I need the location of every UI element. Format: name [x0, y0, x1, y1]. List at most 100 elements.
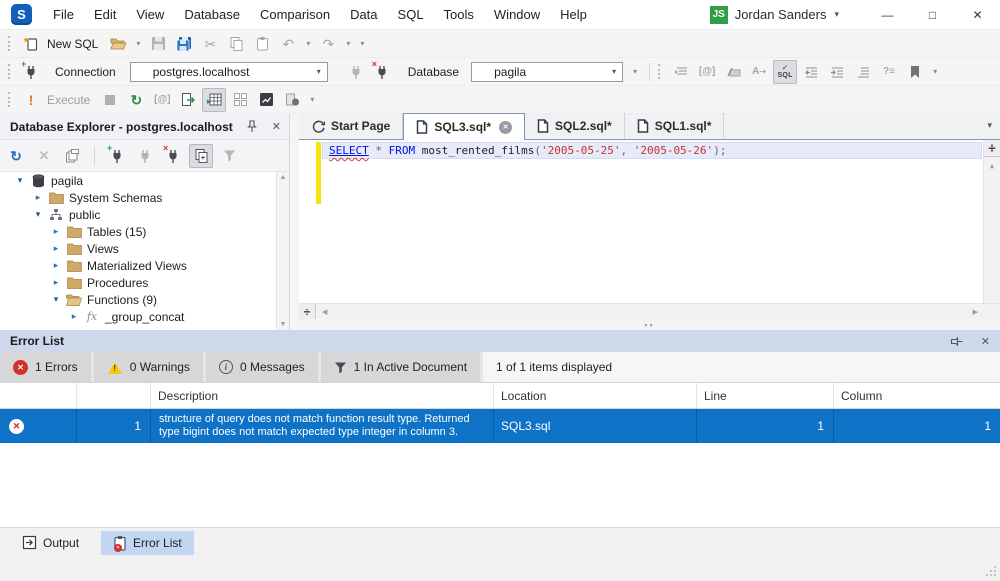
menu-view[interactable]: View	[126, 0, 174, 29]
pin-icon[interactable]	[246, 120, 258, 133]
sort-icon[interactable]: A⇢	[747, 60, 771, 84]
chevron-down-icon[interactable]: ▾	[32, 209, 44, 220]
toolbar-grip[interactable]	[8, 92, 10, 107]
chevron-right-icon[interactable]: ▸	[68, 311, 80, 322]
comment-icon[interactable]: ?≡	[877, 60, 901, 84]
scroll-right-icon[interactable]: ▶	[973, 308, 978, 316]
tab-sql1[interactable]: SQL1.sql*	[625, 113, 725, 139]
error-row-selected[interactable]: ✕ 1 structure of query does not match fu…	[0, 409, 1000, 443]
tab-start-page[interactable]: Start Page	[300, 113, 403, 139]
paste-icon[interactable]	[250, 32, 274, 56]
menu-sql[interactable]: SQL	[388, 0, 434, 29]
tree-item-materialized-views[interactable]: ▸ Materialized Views	[0, 257, 289, 274]
scroll-up-icon[interactable]: ▲	[280, 174, 287, 181]
panel-splitter-handle[interactable]: ▪▪	[299, 319, 1000, 330]
menu-help[interactable]: Help	[550, 0, 597, 29]
options-icon[interactable]	[280, 88, 304, 112]
chevron-down-icon[interactable]: ▾	[14, 175, 26, 186]
toolbar-grip[interactable]	[658, 64, 660, 79]
user-name[interactable]: Jordan Sanders	[735, 7, 827, 22]
tree-item-tables[interactable]: ▸ Tables (15)	[0, 223, 289, 240]
chevron-right-icon[interactable]: ▸	[32, 192, 44, 203]
toolbar-overflow-caret-icon[interactable]: ▾	[929, 67, 941, 76]
filter-active-document-button[interactable]: 1 In Active Document	[321, 352, 483, 382]
toolbar-grip[interactable]	[8, 36, 10, 51]
new-connection-icon[interactable]: +	[105, 144, 129, 168]
chevron-down-icon[interactable]: ▾	[50, 294, 62, 305]
sql-syntax-check-icon[interactable]: ✓SQL	[773, 60, 797, 84]
new-query-doc-icon[interactable]	[176, 88, 200, 112]
tab-close-icon[interactable]: ✕	[499, 121, 512, 134]
close-icon[interactable]: ✕	[272, 120, 281, 133]
pin-icon[interactable]	[950, 335, 963, 347]
minimize-button[interactable]: —	[865, 0, 910, 30]
tree-scrollbar[interactable]: ▲ ▼	[276, 172, 289, 330]
close-window-button[interactable]: ✕	[955, 0, 1000, 30]
copy-icon[interactable]	[224, 32, 248, 56]
execute-label[interactable]: Execute	[45, 93, 96, 107]
menu-window[interactable]: Window	[484, 0, 550, 29]
toolbar-grip[interactable]	[8, 64, 10, 79]
table-data-icon[interactable]	[202, 88, 226, 112]
close-icon[interactable]: ✕	[981, 335, 990, 348]
disconnect-icon[interactable]: ×	[161, 144, 185, 168]
chart-icon[interactable]	[254, 88, 278, 112]
maximize-button[interactable]: □	[910, 0, 955, 30]
user-menu-caret-icon[interactable]: ▾	[834, 9, 839, 20]
new-sql-icon[interactable]	[19, 32, 43, 56]
tree-item-procedures[interactable]: ▸ Procedures	[0, 274, 289, 291]
tree-item-public[interactable]: ▾ public	[0, 206, 289, 223]
mail-gray-icon[interactable]: [@]	[150, 88, 174, 112]
editor-split-handle-icon[interactable]: ÷	[984, 140, 1000, 157]
open-file-caret-icon[interactable]: ▾	[132, 39, 144, 48]
bookmark-icon[interactable]	[903, 60, 927, 84]
menu-file[interactable]: File	[43, 0, 84, 29]
filter-messages-button[interactable]: i 0 Messages	[206, 352, 321, 382]
tab-sql2[interactable]: SQL2.sql*	[525, 113, 625, 139]
format-icon[interactable]	[851, 60, 875, 84]
menu-edit[interactable]: Edit	[84, 0, 126, 29]
tab-sql3[interactable]: SQL3.sql* ✕	[403, 113, 525, 140]
resize-grip-icon[interactable]	[994, 566, 996, 568]
stop-icon[interactable]	[98, 88, 122, 112]
chevron-right-icon[interactable]: ▸	[50, 226, 62, 237]
chevron-right-icon[interactable]: ▸	[50, 260, 62, 271]
horizontal-scrollbar[interactable]: ÷ ◀ ▶	[299, 303, 1000, 319]
redo-icon[interactable]: ↷	[316, 32, 340, 56]
chevron-down-icon[interactable]: ▾	[317, 67, 327, 76]
cut-icon[interactable]: ✂	[198, 32, 222, 56]
outdent-icon[interactable]	[799, 60, 823, 84]
undo-icon[interactable]: ↶	[276, 32, 300, 56]
filter-icon[interactable]	[217, 144, 241, 168]
chevron-down-icon[interactable]: ▾	[612, 67, 622, 76]
column-severity[interactable]	[0, 383, 77, 408]
redo-caret-icon[interactable]: ▾	[342, 39, 354, 48]
close-gray-icon[interactable]: ✕	[32, 144, 56, 168]
menu-comparison[interactable]: Comparison	[250, 0, 340, 29]
tab-list-caret-icon[interactable]: ▾	[987, 120, 992, 131]
tree-item-pagila[interactable]: ▾ pagila	[0, 172, 289, 189]
dock-tab-output[interactable]: Output	[10, 531, 91, 555]
filter-warnings-button[interactable]: ! 0 Warnings	[94, 352, 206, 382]
database-extra-caret-icon[interactable]: ▾	[629, 67, 641, 76]
column-column[interactable]: Column	[834, 383, 1000, 408]
open-file-icon[interactable]	[106, 32, 130, 56]
chevron-right-icon[interactable]: ▸	[50, 277, 62, 288]
scroll-left-icon[interactable]: ◀	[322, 308, 327, 316]
undo-caret-icon[interactable]: ▾	[302, 39, 314, 48]
toolbar-overflow-caret-icon[interactable]: ▾	[306, 95, 318, 104]
rename-icon[interactable]	[721, 60, 745, 84]
tree-item-views[interactable]: ▸ Views	[0, 240, 289, 257]
designer-icon[interactable]	[228, 88, 252, 112]
menu-database[interactable]: Database	[174, 0, 250, 29]
refresh-icon[interactable]: ↻	[4, 144, 28, 168]
tree-item-group-concat[interactable]: ▸ fx _group_concat	[0, 308, 289, 325]
new-connection-icon[interactable]: +	[19, 60, 43, 84]
duplicate-icon[interactable]	[189, 144, 213, 168]
dock-tab-error-list[interactable]: ✕ Error List	[101, 531, 194, 555]
sql-editor[interactable]: SELECT * FROM most_rented_films('2005-05…	[299, 140, 1000, 303]
execute-icon[interactable]: !	[19, 88, 43, 112]
history-icon[interactable]: ↻	[124, 88, 148, 112]
column-number[interactable]	[77, 383, 151, 408]
tree-item-system-schemas[interactable]: ▸ System Schemas	[0, 189, 289, 206]
